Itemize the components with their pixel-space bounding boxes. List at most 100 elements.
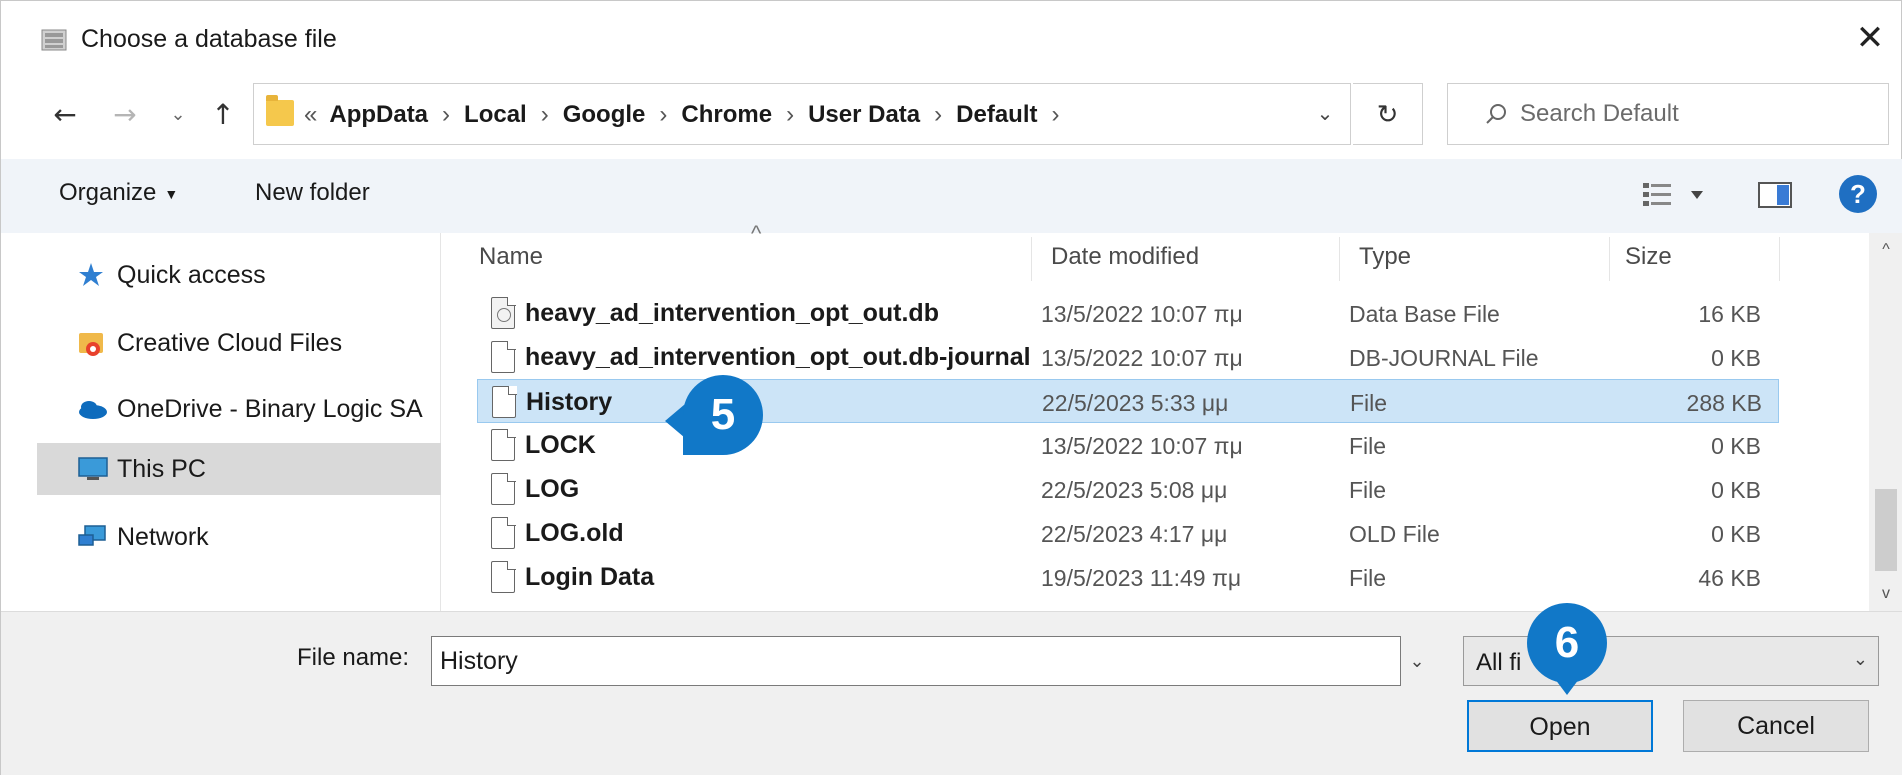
breadcrumb-separator[interactable]: › [541, 101, 549, 128]
address-bar[interactable]: « AppData › Local › Google › Chrome › User Data › D… [253, 83, 1351, 145]
change-view-icon[interactable] [1637, 175, 1717, 215]
breadcrumb-separator[interactable]: › [442, 101, 450, 128]
organize-label: Organize [59, 179, 157, 206]
column-divider[interactable] [1031, 237, 1032, 281]
search-box[interactable] [1447, 83, 1889, 145]
close-button[interactable]: ✕ [1847, 15, 1893, 61]
file-type: DB-JOURNAL File [1349, 345, 1539, 371]
help-button[interactable]: ? [1839, 175, 1877, 213]
window-title: Choose a database file [81, 25, 337, 53]
column-header-size[interactable]: Size [1625, 233, 1672, 281]
scroll-down-button[interactable]: v [1869, 577, 1902, 611]
sort-ascending-icon: ^ [751, 221, 762, 246]
chevron-down-icon: ⌄ [1409, 651, 1425, 671]
column-header-type[interactable]: Type [1359, 233, 1411, 281]
breadcrumb-item[interactable]: User Data [808, 101, 920, 128]
search-input[interactable] [1520, 94, 1870, 134]
file-size: 0 KB [1711, 345, 1761, 371]
sidebar-item-label: This PC [117, 455, 206, 483]
database-file-icon [491, 296, 516, 329]
back-button[interactable]: ← [45, 93, 85, 137]
navigation-pane: Quick access Creative Cloud Files OneDri… [1, 233, 441, 611]
column-header-name[interactable]: Name [479, 233, 543, 281]
refresh-icon: ↻ [1376, 100, 1399, 130]
table-row[interactable]: Login Data 19/5/2023 11:49 πμ File 46 KB [469, 555, 1779, 599]
address-dropdown-button[interactable]: ⌄ [1302, 84, 1348, 144]
sidebar-item-creative-cloud[interactable]: Creative Cloud Files [1, 317, 441, 369]
file-type: File [1349, 433, 1387, 459]
breadcrumb-item[interactable]: Default [956, 101, 1037, 128]
back-arrow-icon: ← [53, 98, 77, 131]
file-type: Data Base File [1349, 301, 1500, 327]
sidebar-item-this-pc[interactable]: This PC [37, 443, 441, 495]
breadcrumb-item[interactable]: Google [563, 101, 646, 128]
file-type: OLD File [1349, 521, 1440, 547]
recent-locations-button[interactable]: ⌄ [163, 93, 193, 137]
breadcrumb: « AppData › Local › Google › Chrome › User Data › D… [304, 84, 1073, 146]
file-type: File [1349, 565, 1387, 591]
breadcrumb-item[interactable]: AppData [329, 101, 428, 128]
vertical-scrollbar[interactable]: ^ v [1869, 233, 1902, 611]
sidebar-item-quick-access[interactable]: Quick access [1, 249, 441, 301]
open-button[interactable]: Open [1467, 700, 1653, 752]
file-size: 0 KB [1711, 433, 1761, 459]
up-arrow-icon: ↑ [211, 98, 235, 131]
column-divider[interactable] [1779, 237, 1780, 281]
scroll-up-button[interactable]: ^ [1869, 233, 1902, 267]
column-divider[interactable] [1609, 237, 1610, 281]
chevron-down-icon: ⌄ [1852, 649, 1868, 669]
column-header-date[interactable]: Date modified [1051, 233, 1199, 281]
file-icon [491, 428, 516, 461]
file-icon [492, 385, 517, 418]
close-icon: ✕ [1855, 18, 1885, 58]
sidebar-item-onedrive[interactable]: OneDrive - Binary Logic SA [1, 383, 441, 435]
file-name: heavy_ad_intervention_opt_out.db-journal [525, 343, 1031, 371]
breadcrumb-item[interactable]: Chrome [681, 101, 772, 128]
file-name-dropdown-button[interactable]: ⌄ [1397, 637, 1437, 685]
breadcrumb-separator[interactable]: › [659, 101, 667, 128]
breadcrumb-separator[interactable]: › [786, 101, 794, 128]
forward-arrow-icon: → [113, 98, 137, 131]
table-row[interactable]: heavy_ad_intervention_opt_out.db 13/5/20… [469, 291, 1779, 335]
up-button[interactable]: ↑ [203, 93, 243, 137]
file-name: Login Data [525, 563, 655, 591]
sidebar-item-network[interactable]: Network [1, 511, 441, 563]
sidebar-item-label: Quick access [117, 261, 266, 289]
table-row[interactable]: LOG.old 22/5/2023 4:17 μμ OLD File 0 KB [469, 511, 1779, 555]
search-icon [1486, 104, 1506, 124]
file-size: 16 KB [1698, 301, 1761, 327]
computer-icon [78, 457, 108, 480]
file-name: heavy_ad_intervention_opt_out.db [525, 299, 939, 327]
command-bar: Organize ▼ New folder ? [1, 159, 1902, 233]
onedrive-icon [79, 401, 107, 419]
breadcrumb-overflow[interactable]: « [304, 101, 317, 128]
database-app-icon [41, 29, 67, 51]
step-6-callout: 6 [1527, 603, 1607, 683]
network-icon [78, 525, 106, 546]
file-type: File [1349, 477, 1387, 503]
new-folder-button[interactable]: New folder [255, 179, 370, 207]
sidebar-item-label: OneDrive - Binary Logic SA [117, 395, 423, 423]
forward-button[interactable]: → [105, 93, 145, 137]
file-date: 22/5/2023 5:08 μμ [1041, 477, 1228, 503]
breadcrumb-item[interactable]: Local [464, 101, 527, 128]
chevron-down-icon: ⌄ [1316, 103, 1334, 125]
breadcrumb-separator[interactable]: › [934, 101, 942, 128]
table-row[interactable]: heavy_ad_intervention_opt_out.db-journal… [469, 335, 1779, 379]
file-name: LOG.old [525, 519, 624, 547]
table-row[interactable]: LOG 22/5/2023 5:08 μμ File 0 KB [469, 467, 1779, 511]
preview-pane-icon[interactable] [1757, 179, 1793, 211]
step-5-callout: 5 [683, 375, 763, 455]
breadcrumb-separator[interactable]: › [1051, 101, 1059, 128]
file-date: 22/5/2023 5:33 μμ [1042, 390, 1229, 416]
column-divider[interactable] [1339, 237, 1340, 281]
scroll-thumb[interactable] [1875, 489, 1897, 571]
file-date: 13/5/2022 10:07 πμ [1041, 433, 1243, 459]
file-name-label: File name: [297, 644, 410, 671]
refresh-button[interactable]: ↻ [1353, 83, 1423, 145]
file-name: LOG [525, 475, 580, 503]
organize-button[interactable]: Organize ▼ [59, 179, 178, 207]
file-name-input[interactable] [431, 636, 1401, 686]
cancel-button[interactable]: Cancel [1683, 700, 1869, 752]
file-type-filter-select[interactable]: All fi ⌄ [1463, 636, 1879, 686]
